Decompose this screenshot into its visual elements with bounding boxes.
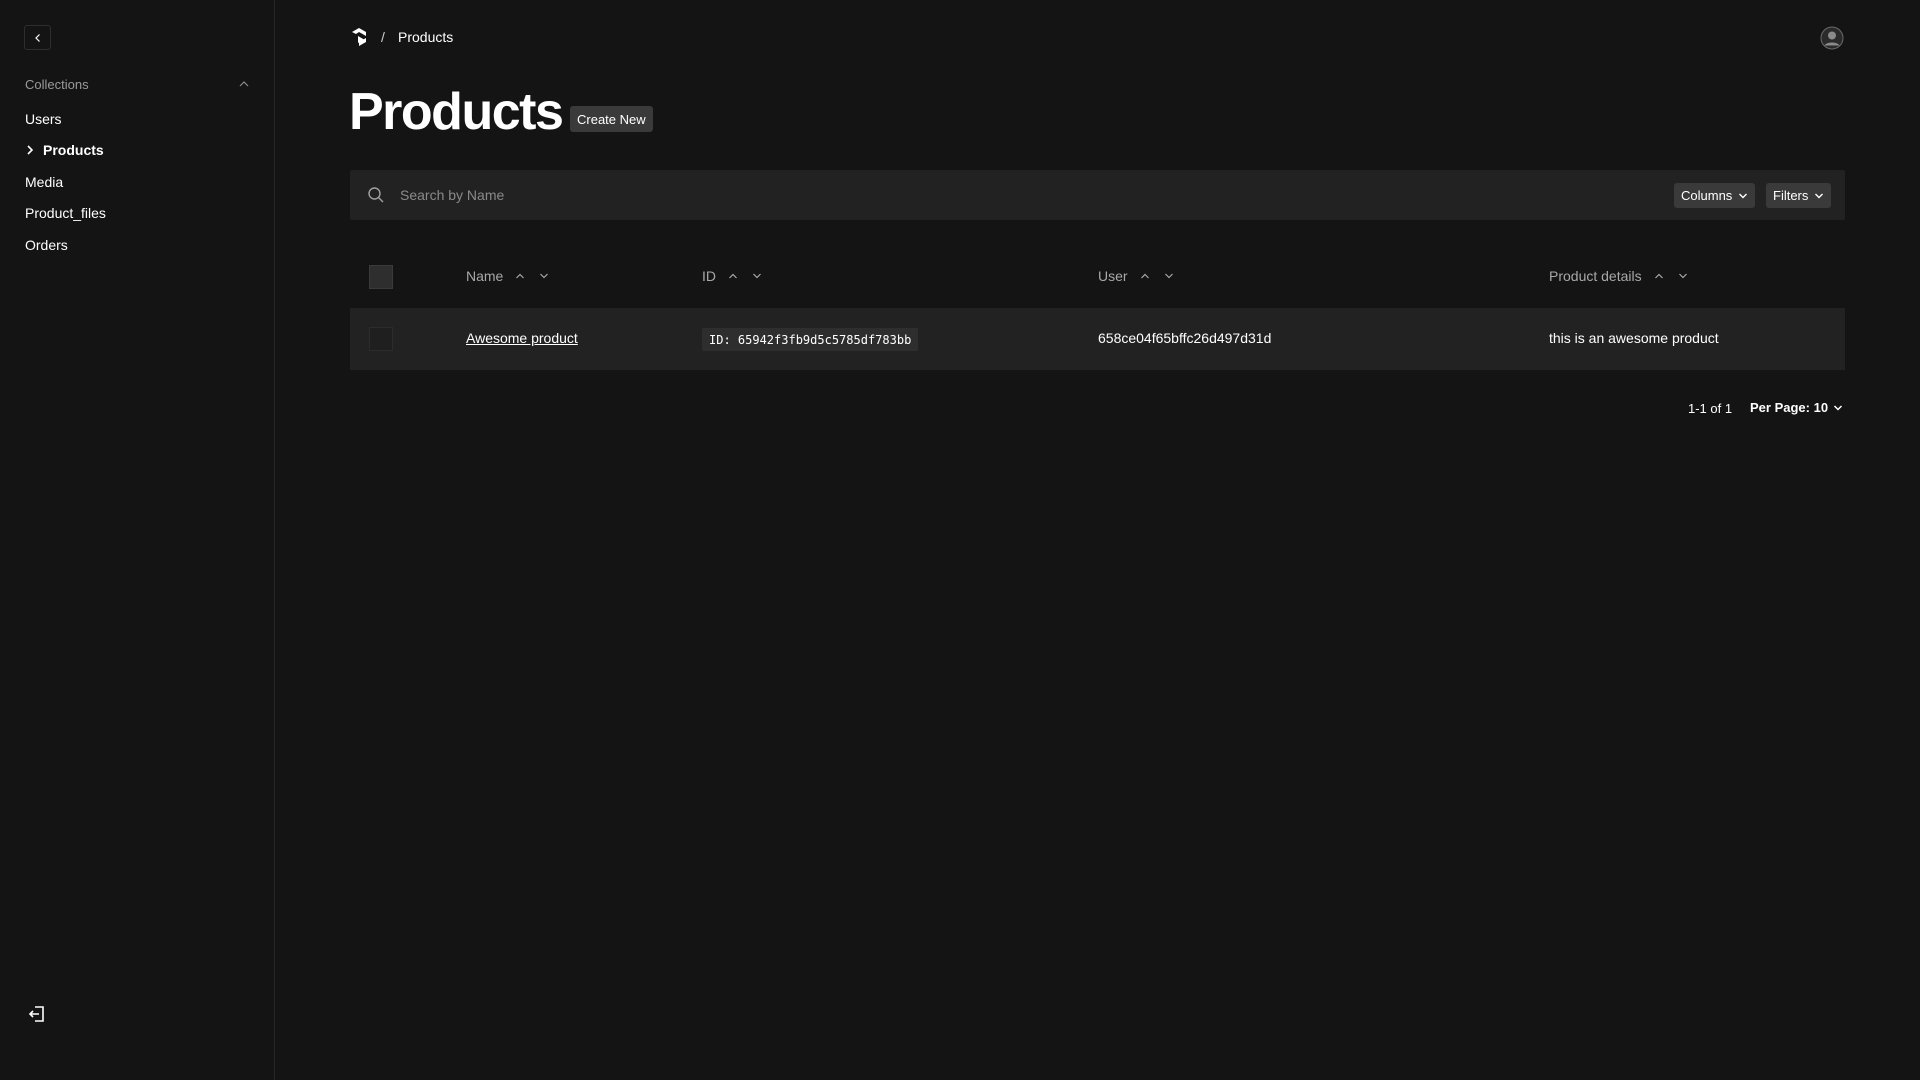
per-page-select[interactable]: Per Page: 10 [1750,400,1843,415]
user-avatar-icon [1820,26,1844,50]
chevron-down-icon [1834,404,1843,411]
columns-label: Columns [1681,188,1733,203]
filters-label: Filters [1773,188,1809,203]
row-product-details-value: this is an awesome product [1549,330,1719,346]
collections-header[interactable]: Collections [25,75,250,93]
logout-button[interactable] [27,1004,47,1024]
table-row: Awesome product ID: 65942f3fb9d5c5785df7… [350,308,1845,370]
sidebar-item-products[interactable]: Products [25,135,250,167]
sort-descending-icon[interactable] [1162,269,1176,283]
sort-ascending-icon[interactable] [1652,269,1666,283]
sort-ascending-icon[interactable] [1138,269,1152,283]
sort-descending-icon[interactable] [750,269,764,283]
row-id-value: ID: 65942f3fb9d5c5785df783bb [702,328,919,351]
collections-label: Collections [25,76,89,92]
search-icon [368,187,384,203]
breadcrumb-separator: / [381,29,385,45]
create-new-button[interactable]: Create New [570,106,653,132]
chevron-left-icon [34,33,40,42]
column-header-product-details: Product details [1549,268,1690,284]
column-header-label: Product details [1549,268,1642,284]
sidebar-collapse-button[interactable] [24,25,51,50]
page-title: Products [349,83,564,141]
sidebar: Collections Users Products Media Product… [0,0,275,1080]
filters-button[interactable]: Filters [1766,183,1832,208]
column-header-id: ID [702,268,764,284]
chevron-up-icon [239,81,249,87]
account-avatar[interactable] [1820,26,1844,50]
column-header-label: Name [466,268,504,284]
breadcrumb-current: Products [398,29,454,45]
row-name-link[interactable]: Awesome product [466,330,578,346]
sort-descending-icon[interactable] [1676,269,1690,283]
payload-logo-icon[interactable] [350,27,368,47]
collections-nav: Users Products Media Product_files Order… [25,103,250,261]
pagination-count: 1-1 of 1 [1688,401,1733,416]
per-page-label: Per Page: 10 [1750,400,1829,415]
column-header-label: User [1098,268,1128,284]
chevron-down-icon [1815,193,1824,198]
search-input[interactable] [400,181,1400,209]
chevron-right-icon [25,144,43,156]
row-user-value: 658ce04f65bffc26d497d31d [1098,330,1272,346]
columns-button[interactable]: Columns [1674,183,1756,208]
list-controls: Columns Filters [350,170,1845,220]
sidebar-item-product-files[interactable]: Product_files [25,198,250,230]
sort-ascending-icon[interactable] [513,269,527,283]
sidebar-item-label: Orders [25,236,68,253]
sidebar-item-media[interactable]: Media [25,166,250,198]
sort-descending-icon[interactable] [537,269,551,283]
table-header: Name ID User Product details [350,250,1845,302]
sidebar-item-users[interactable]: Users [25,103,250,135]
sidebar-item-label: Product_files [25,205,106,222]
chevron-down-icon [1739,193,1748,198]
sidebar-item-label: Users [25,110,62,127]
sidebar-item-orders[interactable]: Orders [25,229,250,261]
column-header-user: User [1098,268,1176,284]
column-header-label: ID [702,268,716,284]
select-all-checkbox[interactable] [369,265,393,289]
sidebar-item-label: Products [43,142,104,159]
column-header-name: Name [466,268,551,284]
sort-ascending-icon[interactable] [726,269,740,283]
sidebar-item-label: Media [25,173,64,190]
row-select-checkbox[interactable] [369,327,393,351]
logout-icon [28,1006,44,1022]
